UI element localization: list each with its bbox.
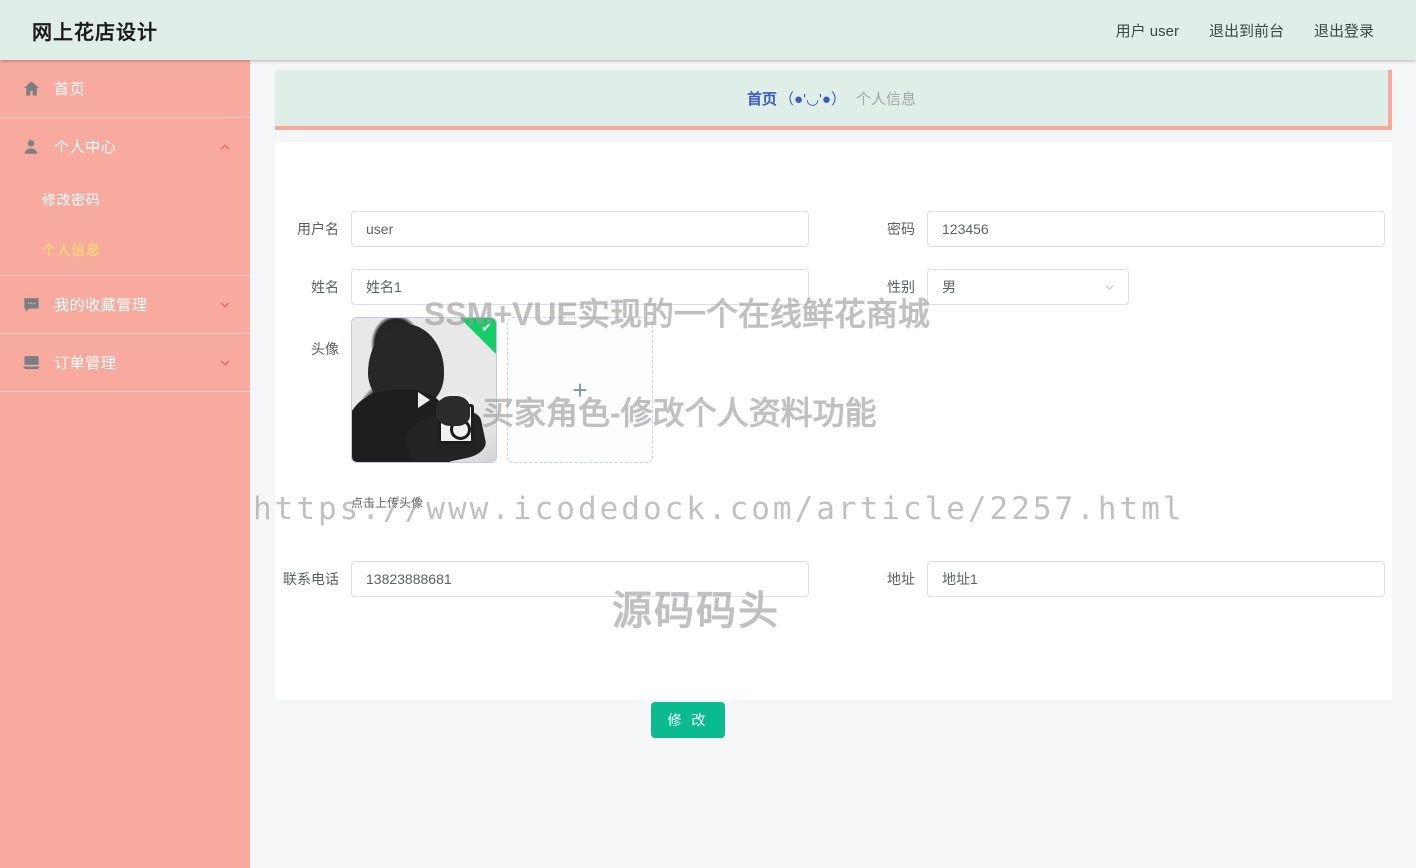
username-input[interactable] <box>351 211 809 247</box>
field-row-address: 地址 <box>851 561 1385 597</box>
sidebar-label-favorites: 我的收藏管理 <box>54 297 148 314</box>
sidebar-submenu-personal: 修改密码 个人信息 <box>0 175 250 275</box>
password-label: 密码 <box>887 221 915 237</box>
phone-label: 联系电话 <box>283 571 339 587</box>
sidebar-group-favorites: 我的收藏管理 <box>0 276 250 334</box>
phone-input[interactable] <box>351 561 809 597</box>
sidebar-label-orders: 订单管理 <box>54 355 117 372</box>
field-row-gender: 性别 男 <box>851 269 1129 305</box>
avatar-label: 头像 <box>311 341 339 357</box>
chevron-down-icon-orders[interactable] <box>218 356 232 370</box>
breadcrumb: 首页 （●'◡'●） 个人信息 <box>275 70 1392 130</box>
app-root: 网上花店设计 用户 user 退出到前台 退出登录 首页 个人中心 修改密码 个… <box>0 0 1416 868</box>
breadcrumb-home[interactable]: 首页 <box>747 88 777 109</box>
check-icon: ✔ <box>481 320 492 335</box>
sidebar-label-personal-center: 个人中心 <box>54 139 117 156</box>
profile-form-panel: 用户名 密码 姓名 性别 男 <box>275 142 1392 738</box>
chevron-up-icon[interactable] <box>218 140 232 154</box>
main-content: 首页 （●'◡'●） 个人信息 用户名 密码 姓名 性别 <box>250 60 1416 868</box>
fullname-input[interactable] <box>351 269 809 305</box>
field-row-avatar: 头像 ✔ + 点击上传头像 <box>275 317 653 511</box>
breadcrumb-separator: （●'◡'●） <box>779 90 846 108</box>
sidebar-group-personal: 个人中心 修改密码 个人信息 <box>0 118 250 276</box>
user-icon <box>20 136 42 158</box>
fullname-label: 姓名 <box>311 279 339 295</box>
field-row-username: 用户名 <box>275 211 809 247</box>
field-row-password: 密码 <box>851 211 1385 247</box>
header-logout[interactable]: 退出登录 <box>1314 20 1374 41</box>
breadcrumb-inner: 首页 （●'◡'●） 个人信息 <box>747 88 916 109</box>
sidebar-label-home: 首页 <box>54 81 86 98</box>
sidebar-item-home[interactable]: 首页 <box>0 60 250 117</box>
submit-button[interactable]: 修 改 <box>651 702 725 738</box>
sidebar-item-personal-center[interactable]: 个人中心 <box>0 118 250 175</box>
chevron-down-icon-gender <box>1103 281 1116 294</box>
avatar-add-button[interactable]: + <box>507 317 653 463</box>
gender-select-value: 男 <box>942 279 956 295</box>
sidebar-subitem-personal-info[interactable]: 个人信息 <box>0 225 250 275</box>
header-user-info[interactable]: 用户 user <box>1116 20 1179 41</box>
avatar-upload-tip[interactable]: 点击上传头像 <box>351 494 653 511</box>
avatar-upload-list: ✔ + <box>351 317 653 463</box>
field-row-fullname: 姓名 <box>275 269 809 305</box>
plus-icon: + <box>572 375 588 405</box>
home-icon <box>20 78 42 100</box>
sidebar-group-orders: 订单管理 <box>0 334 250 392</box>
username-label: 用户名 <box>297 221 339 237</box>
sidebar-item-orders[interactable]: 订单管理 <box>0 334 250 391</box>
header-exit-to-frontend[interactable]: 退出到前台 <box>1209 20 1284 41</box>
avatar-image-hand <box>436 396 470 426</box>
gender-label: 性别 <box>887 279 915 295</box>
app-header: 网上花店设计 用户 user 退出到前台 退出登录 <box>0 0 1416 60</box>
message-icon <box>20 294 42 316</box>
field-row-phone: 联系电话 <box>275 561 809 597</box>
avatar-upload-area: ✔ + 点击上传头像 <box>351 317 653 511</box>
address-input[interactable] <box>927 561 1385 597</box>
monitor-icon <box>20 352 42 374</box>
breadcrumb-current: 个人信息 <box>855 90 916 108</box>
app-title: 网上花店设计 <box>32 21 158 44</box>
chevron-down-icon-favorites[interactable] <box>218 298 232 312</box>
sidebar: 首页 个人中心 修改密码 个人信息 我的收藏管理 订单管理 <box>0 60 250 868</box>
gender-select[interactable]: 男 <box>927 269 1129 305</box>
sidebar-item-favorites[interactable]: 我的收藏管理 <box>0 276 250 333</box>
sidebar-subitem-change-password[interactable]: 修改密码 <box>0 175 250 225</box>
header-actions: 用户 user 退出到前台 退出登录 <box>1116 20 1374 41</box>
play-icon <box>418 392 430 408</box>
avatar-thumbnail[interactable]: ✔ <box>351 317 497 463</box>
sidebar-group-home: 首页 <box>0 60 250 118</box>
address-label: 地址 <box>887 571 915 587</box>
password-input[interactable] <box>927 211 1385 247</box>
